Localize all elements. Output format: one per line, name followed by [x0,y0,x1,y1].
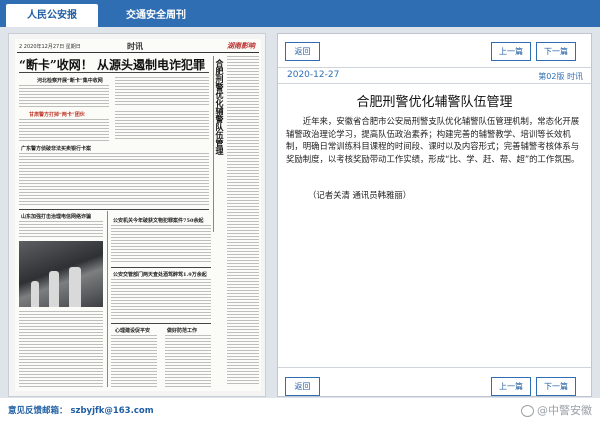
article-text-block [115,77,209,107]
reader-stage: 2 2020年12月27日 星期日 时讯 湖南影响 “断卡”收网！ 从源头遏制电… [0,27,600,398]
article-text-block [111,225,211,263]
article-text-block [19,153,209,205]
newspaper-headline[interactable]: “断卡”收网！ 从源头遏制电诈犯罪 [19,56,209,73]
article-text-block [19,85,109,107]
next-article-button-top[interactable]: 下一篇 [536,42,576,61]
prev-article-button-bottom[interactable]: 上一篇 [491,377,531,396]
next-article-button-bottom[interactable]: 下一篇 [536,377,576,396]
top-nav-bar: 人民公安报 交通安全周刊 [0,0,600,27]
article-date: 2020-12-27 [287,70,340,80]
article-text-block [115,111,209,141]
article-text-block [19,119,109,141]
watermark-text: @中警安徽 [537,404,592,417]
newspaper-subhead-6[interactable]: 公安交管部门两天查处酒驾醉驾1.9万余起 [113,271,207,278]
bottom-divider [278,367,591,368]
feedback-email[interactable]: 意见反馈邮箱： szbyjfk@163.com [8,404,154,416]
article-detail-panel: 返回 上一篇 下一篇 2020-12-27 第02版 时讯 合肥刑警优化辅警队伍… [277,33,592,397]
article-text-block [165,335,211,387]
article-title: 合肥刑警优化辅警队伍管理 [356,95,513,110]
newspaper-subhead-1[interactable]: 河北检察开展“断卡”集中收网 [37,77,103,84]
column-rule [107,211,108,387]
tab-jiaotong-anquan-zhoukan[interactable]: 交通安全周刊 [100,4,212,27]
article-body: 近年来，安徽省合肥市公安局刑警支队优化辅警队伍管理机制，常态化开展辅警政治理论学… [286,116,580,164]
newspaper-page-viewer: 2 2020年12月27日 星期日 时讯 湖南影响 “断卡”收网！ 从源头遏制电… [8,33,266,397]
newspaper-subhead-8[interactable]: 做好防范工作 [167,327,197,334]
back-button-bottom[interactable]: 返回 [285,377,320,396]
headline-rule [19,72,209,73]
news-photo [19,241,103,307]
newspaper-subhead-2[interactable]: 甘肃警方打掉“两卡”团伙 [29,111,85,118]
newspaper-page-label: 2 2020年12月27日 星期日 [19,44,81,50]
column-rule [213,56,214,232]
newspaper-logo: 湖南影响 [227,41,255,50]
newspaper-subhead-4[interactable]: 山东加强打击治理电信网络诈骗 [21,213,91,220]
article-author: （记者关清 通讯员韩雅丽） [308,190,412,200]
newspaper-subhead-7[interactable]: 心理建设促平安 [115,327,150,334]
newspaper-subhead-3[interactable]: 广东警方侦破非法买卖银行卡案 [21,145,91,152]
section-rule [111,323,211,324]
newspaper-page-image[interactable]: 2 2020年12月27日 星期日 时讯 湖南影响 “断卡”收网！ 从源头遏制电… [15,39,261,391]
page-footer: 意见反馈邮箱： szbyjfk@163.com @中警安徽 [0,398,600,424]
newspaper-section-name: 时讯 [127,41,143,51]
article-page-info: 第02版 时讯 [538,72,583,81]
section-rule [19,209,209,210]
article-text-block [111,279,211,319]
section-rule [111,267,211,268]
tab-renmin-gongan-bao[interactable]: 人民公安报 [6,4,98,27]
prev-article-button-top[interactable]: 上一篇 [491,42,531,61]
newspaper-masthead: 2 2020年12月27日 星期日 时讯 湖南影响 [17,41,259,53]
article-text-block [19,221,103,239]
article-meta-bar: 2020-12-27 第02版 时讯 [278,67,591,84]
newspaper-vertical-title[interactable]: 合肥刑警优化辅警队伍管理 [215,59,226,179]
article-text-block [227,56,259,386]
newspaper-subhead-5[interactable]: 公安机关今年破获文物犯罪案件750余起 [113,217,203,224]
weibo-watermark: @中警安徽 [521,402,592,418]
back-button-top[interactable]: 返回 [285,42,320,61]
weibo-logo-icon [521,405,534,417]
article-text-block [19,311,103,387]
article-text-block [111,335,157,387]
